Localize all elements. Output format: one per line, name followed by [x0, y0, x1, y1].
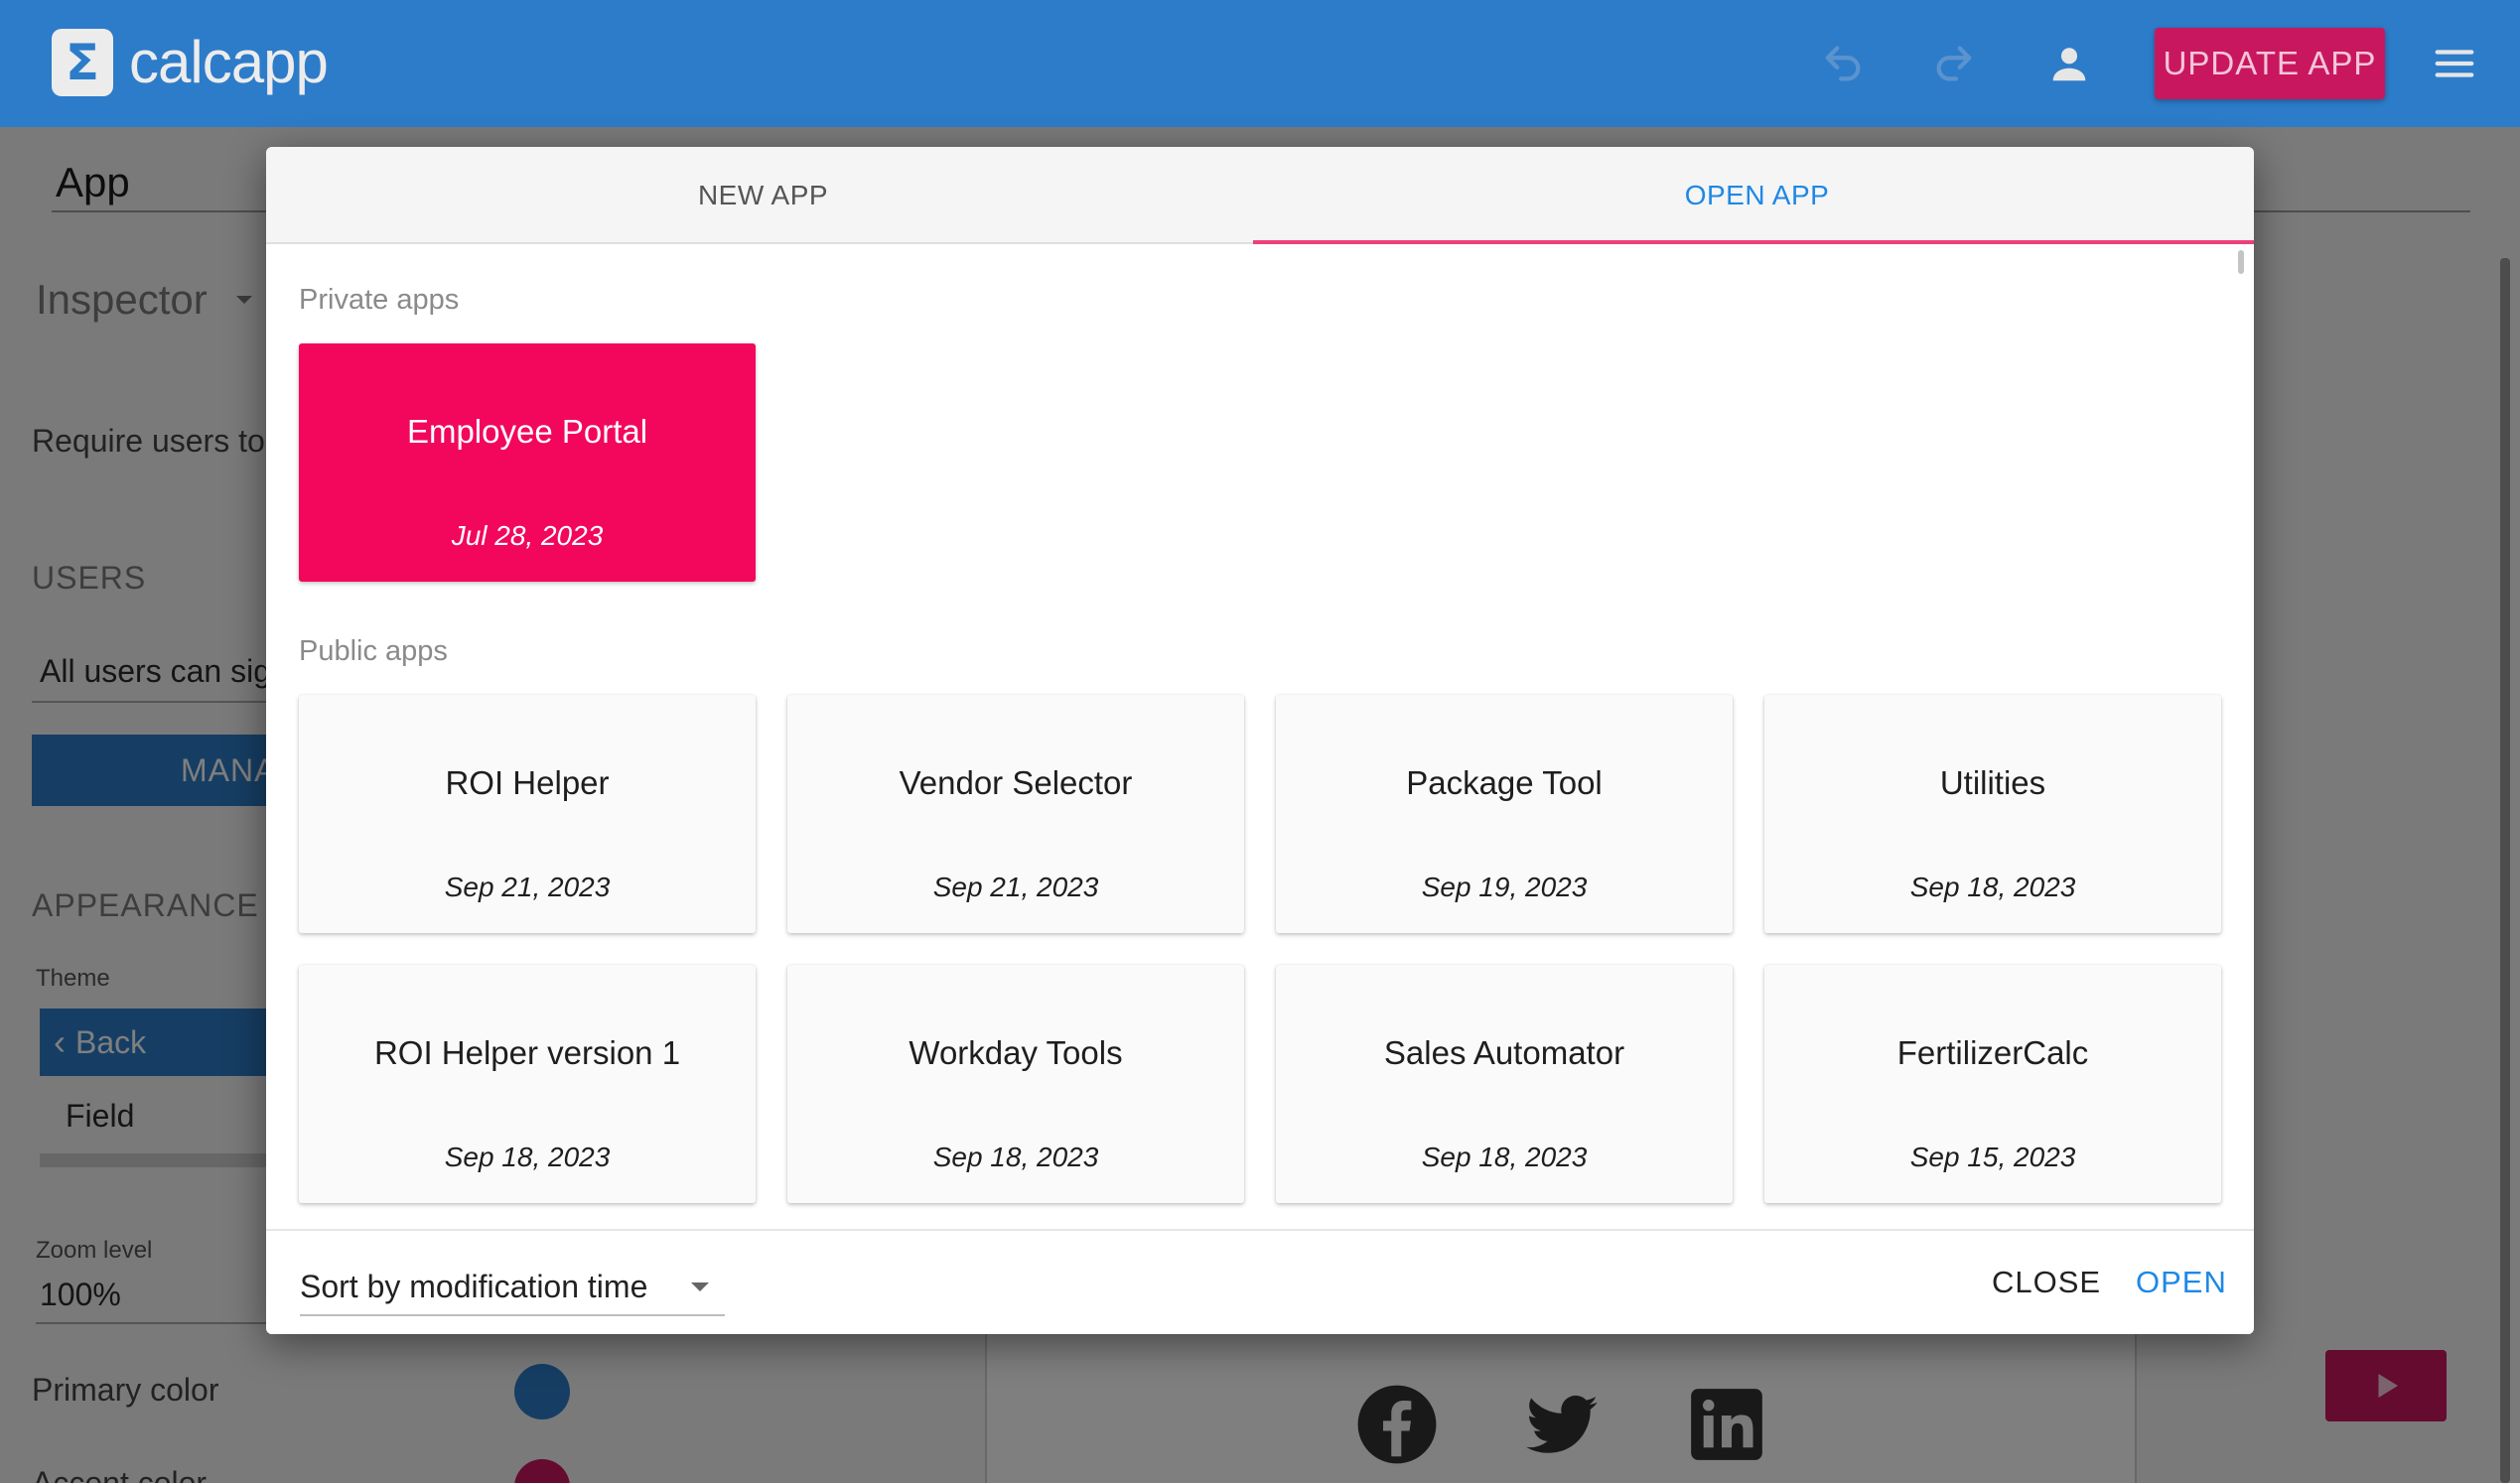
app-card-date: Sep 21, 2023	[444, 872, 611, 902]
app-card-date: Sep 21, 2023	[932, 872, 1099, 902]
app-card-sales-automator[interactable]: Sales Automator Sep 18, 2023	[1276, 965, 1733, 1203]
dialog-scrollbar[interactable]	[2238, 250, 2244, 274]
open-button[interactable]: OPEN	[2136, 1265, 2227, 1300]
app-card-date: Sep 18, 2023	[1421, 1142, 1588, 1172]
app-card-employee-portal[interactable]: Employee Portal Jul 28, 2023	[299, 343, 756, 582]
app-card-date: Sep 18, 2023	[1909, 872, 2076, 902]
app-card-vendor-selector[interactable]: Vendor Selector Sep 21, 2023	[787, 695, 1244, 933]
app-card-workday-tools[interactable]: Workday Tools Sep 18, 2023	[787, 965, 1244, 1203]
app-card-name: Package Tool	[1406, 764, 1603, 801]
public-apps-heading: Public apps	[299, 635, 448, 667]
app-card-name: ROI Helper version 1	[373, 1034, 681, 1071]
app-card-date: Sep 15, 2023	[1909, 1142, 2076, 1172]
tab-new-app[interactable]: NEW APP	[266, 147, 1260, 244]
calcapp-logo[interactable]: Σ calcapp	[52, 28, 329, 96]
app-card-fertilizercalc[interactable]: FertilizerCalc Sep 15, 2023	[1764, 965, 2221, 1203]
close-button[interactable]: CLOSE	[1992, 1265, 2101, 1300]
undo-icon[interactable]	[1813, 34, 1873, 93]
app-card-name: Utilities	[1939, 764, 2046, 801]
dialog-footer: Sort by modification time CLOSE OPEN	[266, 1229, 2254, 1334]
app-card-roi-helper[interactable]: ROI Helper Sep 21, 2023	[299, 695, 756, 933]
sigma-logo-icon: Σ	[52, 28, 113, 96]
private-apps-heading: Private apps	[299, 284, 460, 316]
redo-icon[interactable]	[1924, 34, 1984, 93]
app-card-name: Vendor Selector	[899, 764, 1133, 801]
top-app-bar: Σ calcapp UPDATE APP	[0, 0, 2520, 127]
app-card-name: Workday Tools	[909, 1034, 1123, 1071]
app-card-date: Sep 19, 2023	[1421, 872, 1588, 902]
app-card-date: Jul 28, 2023	[451, 520, 604, 551]
update-app-button[interactable]: UPDATE APP	[2155, 28, 2385, 99]
app-card-utilities[interactable]: Utilities Sep 18, 2023	[1764, 695, 2221, 933]
open-app-dialog: NEW APP OPEN APP Private apps Employee P…	[266, 147, 2254, 1334]
hamburger-menu-icon[interactable]	[2425, 34, 2484, 93]
account-icon[interactable]	[2039, 34, 2099, 93]
sort-select[interactable]: Sort by modification time	[300, 1259, 725, 1316]
sort-select-value: Sort by modification time	[300, 1268, 648, 1304]
logo-text: calcapp	[129, 29, 329, 95]
app-card-package-tool[interactable]: Package Tool Sep 19, 2023	[1276, 695, 1733, 933]
app-card-name: FertilizerCalc	[1896, 1034, 2089, 1071]
chevron-down-icon	[691, 1282, 709, 1291]
app-card-date: Sep 18, 2023	[444, 1142, 611, 1172]
app-card-roi-helper-v1[interactable]: ROI Helper version 1 Sep 18, 2023	[299, 965, 756, 1203]
active-tab-indicator	[1253, 240, 2254, 244]
app-card-name: ROI Helper	[445, 764, 610, 801]
app-card-name: Employee Portal	[406, 413, 648, 450]
app-card-name: Sales Automator	[1383, 1034, 1625, 1071]
dialog-tabs: NEW APP OPEN APP	[266, 147, 2254, 244]
app-card-date: Sep 18, 2023	[932, 1142, 1099, 1172]
tab-open-app[interactable]: OPEN APP	[1260, 147, 2254, 244]
